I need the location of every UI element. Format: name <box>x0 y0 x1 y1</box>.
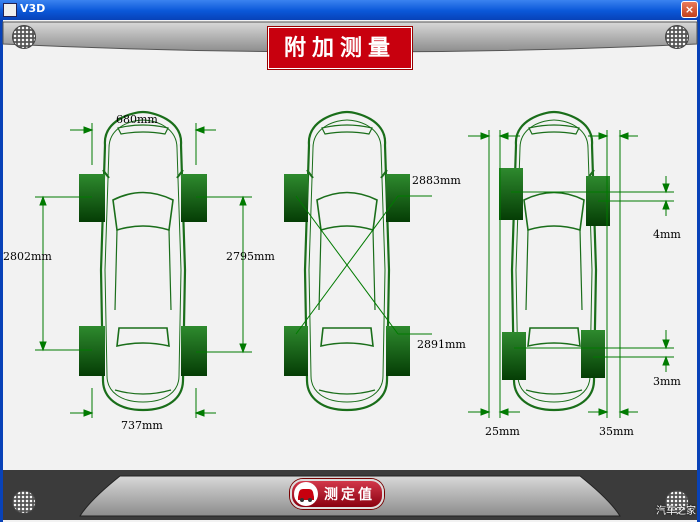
wheel-front-left <box>499 168 523 220</box>
car-diagram-left <box>79 110 207 412</box>
measure-value-label: 测定值 <box>324 487 375 503</box>
wheel-rear-left <box>79 326 105 376</box>
wheel-rear-left <box>502 332 526 380</box>
wheel-front-left <box>79 174 105 222</box>
rear-offset-label: 3mm <box>653 375 681 388</box>
left-offset-label: 25mm <box>485 425 520 438</box>
measure-value-button[interactable]: 测定值 <box>290 479 384 509</box>
dimension-lines-left <box>35 123 252 418</box>
dimension-lines-right <box>468 130 674 418</box>
wheel-front-right <box>181 174 207 222</box>
diagonal-2-label: 2891mm <box>417 338 466 351</box>
rear-track-label: 737mm <box>121 419 163 432</box>
front-track-label: 680mm <box>116 113 158 126</box>
corner-emblem <box>12 25 36 49</box>
wheel-rear-right <box>581 330 605 378</box>
car-icon <box>294 482 318 506</box>
car-diagram-middle <box>284 110 410 412</box>
wheel-front-right <box>386 174 410 222</box>
wheelbase-left-label: 2802mm <box>3 250 52 263</box>
wheel-rear-right <box>181 326 207 376</box>
corner-emblem <box>665 25 689 49</box>
watermark: 汽车之家 <box>656 506 696 517</box>
car-diagram-right <box>499 110 610 412</box>
wheelbase-right-label: 2795mm <box>226 250 275 263</box>
diagonal-lines <box>295 195 432 335</box>
corner-emblem <box>12 490 36 514</box>
front-offset-label: 4mm <box>653 228 681 241</box>
wheel-front-left <box>284 174 308 222</box>
drawing-canvas <box>2 21 698 520</box>
page-title: 附加测量 <box>268 27 412 69</box>
right-offset-label: 35mm <box>599 425 634 438</box>
diagonal-1-label: 2883mm <box>412 174 461 187</box>
